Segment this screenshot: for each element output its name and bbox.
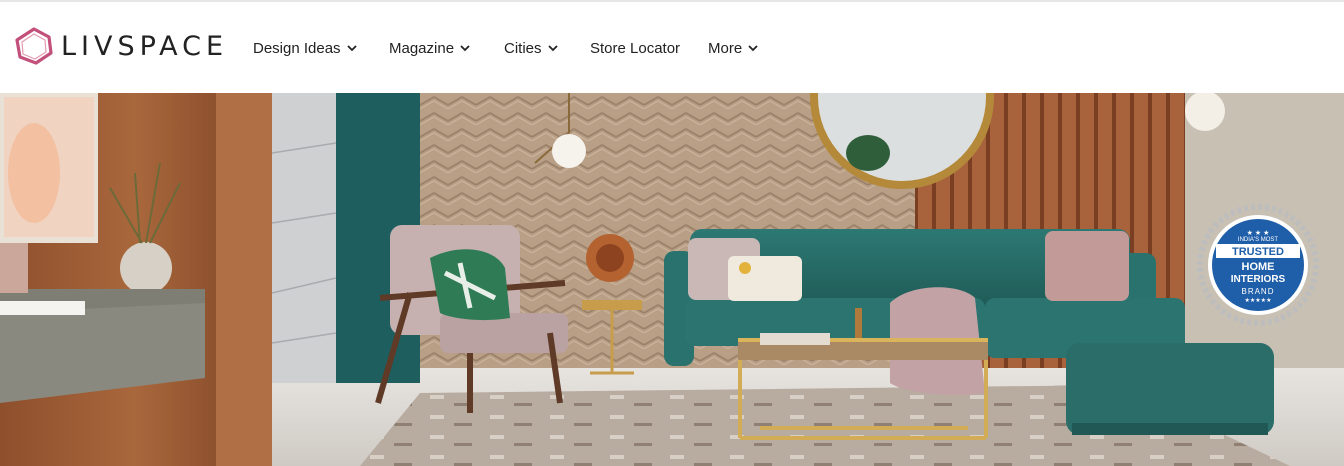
nav-item-label: Cities xyxy=(504,39,542,57)
badge-stars-top: ★ ★ ★ xyxy=(1246,230,1270,237)
nav-item-magazine[interactable]: Magazine xyxy=(389,34,504,62)
chevron-down-icon xyxy=(547,45,558,52)
nav-item-store-locator[interactable]: Store Locator xyxy=(590,34,708,62)
living-room-illustration xyxy=(0,93,1344,466)
badge-line-4: INTERIORS xyxy=(1230,274,1286,285)
nav-item-label: Store Locator xyxy=(590,39,681,57)
nav-item-label: Magazine xyxy=(389,39,455,57)
chevron-down-icon xyxy=(748,45,758,52)
main-nav: Design Ideas Magazine Cities Store Locat… xyxy=(253,34,768,62)
brand-name: LIVSPACE xyxy=(61,30,229,62)
chevron-down-icon xyxy=(346,45,357,52)
badge-line-5: BRAND xyxy=(1241,287,1275,296)
nav-item-label: Design Ideas xyxy=(253,39,341,57)
badge-line-3: HOME xyxy=(1241,261,1275,273)
hexagon-ring-icon xyxy=(15,27,53,65)
badge-line-2: TRUSTED xyxy=(1232,246,1284,258)
nav-item-cities[interactable]: Cities xyxy=(504,34,590,62)
chevron-down-icon xyxy=(460,45,470,52)
trusted-brand-badge: ★ ★ ★ INDIA'S MOST TRUSTED HOME INTERIOR… xyxy=(1190,203,1326,331)
livspace-logo-link[interactable]: LIVSPACE xyxy=(14,26,228,66)
nav-item-design-ideas[interactable]: Design Ideas xyxy=(253,34,389,62)
nav-item-more[interactable]: More xyxy=(708,34,768,62)
badge-stars-bottom: ★★★★★ xyxy=(1244,298,1272,304)
hero-banner[interactable]: ★ ★ ★ INDIA'S MOST TRUSTED HOME INTERIOR… xyxy=(0,93,1344,466)
nav-item-label: More xyxy=(708,39,743,57)
badge-line-1: INDIA'S MOST xyxy=(1237,237,1279,243)
site-header: LIVSPACE Design Ideas Magazine Cities St… xyxy=(0,2,1344,93)
